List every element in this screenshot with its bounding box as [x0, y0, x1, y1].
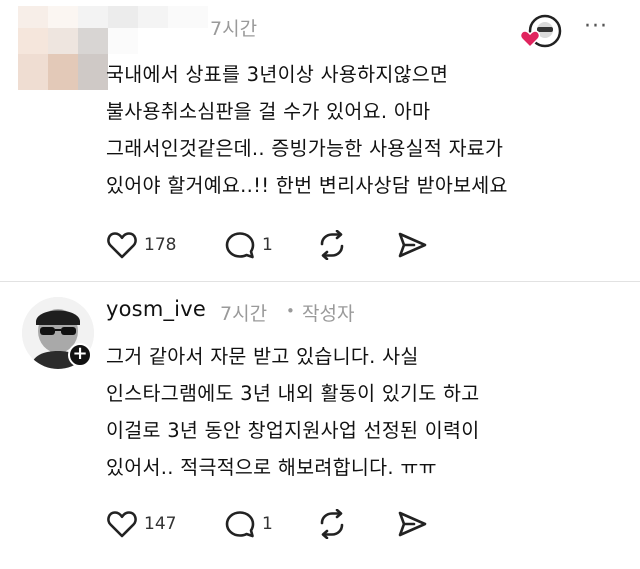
author-liked-badge[interactable] — [520, 14, 562, 48]
more-options-button[interactable]: ··· — [584, 14, 608, 39]
speech-bubble-icon — [225, 511, 255, 538]
repost-button[interactable] — [316, 230, 348, 260]
username[interactable]: yosm_ive — [106, 297, 206, 321]
comment-2: + yosm_ive 7시간 • 작성자 그거 같아서 자문 받고 있습니다. … — [0, 283, 640, 569]
meta-separator: • — [286, 302, 295, 320]
comment-line: 있어야 할거예요..!! 한번 변리사상담 받아보세요 — [106, 174, 508, 197]
share-button[interactable] — [396, 509, 428, 539]
repost-button[interactable] — [316, 509, 348, 539]
comment-time: 7시간 — [220, 303, 268, 325]
send-icon — [398, 232, 427, 258]
comment-line: 그거 같아서 자문 받고 있습니다. 사실 — [106, 345, 419, 368]
comment-line: 인스타그램에도 3년 내외 활동이 있기도 하고 — [106, 382, 480, 405]
reply-count: 1 — [262, 235, 273, 255]
reply-button[interactable]: 1 — [224, 230, 273, 260]
reply-count: 1 — [262, 514, 273, 534]
heart-outline-icon — [107, 511, 137, 538]
repost-icon — [320, 509, 344, 539]
like-button[interactable]: 147 — [106, 509, 176, 539]
comment-line: 있어서.. 적극적으로 해보려합니다. ㅠㅠ — [106, 456, 437, 479]
heart-outline-icon — [107, 232, 137, 259]
comment-divider — [0, 281, 640, 282]
repost-icon — [320, 230, 344, 260]
comment-body: 국내에서 상표를 3년이상 사용하지않으면 불사용취소심판을 걸 수가 있어요.… — [106, 56, 508, 204]
author-tag: 작성자 — [302, 303, 355, 325]
like-count: 178 — [144, 235, 177, 255]
comment-1: 7시간 ··· 국내에서 상표를 3년이상 사용하지않으면 불사용취소심판을 걸… — [0, 0, 640, 282]
like-count: 147 — [144, 514, 177, 534]
share-button[interactable] — [396, 230, 428, 260]
comment-line: 국내에서 상표를 3년이상 사용하지않으면 — [106, 63, 449, 86]
reply-button[interactable]: 1 — [224, 509, 273, 539]
comment-line: 불사용취소심판을 걸 수가 있어요. 아마 — [106, 100, 431, 123]
comment-time: 7시간 — [210, 18, 258, 40]
follow-button[interactable]: + — [68, 343, 92, 367]
send-icon — [398, 511, 427, 537]
comment-body: 그거 같아서 자문 받고 있습니다. 사실 인스타그램에도 3년 내외 활동이 … — [106, 338, 480, 486]
comment-line: 그래서인것같은데.. 증빙가능한 사용실적 자료가 — [106, 137, 504, 160]
comment-line: 이걸로 3년 동안 창업지원사업 선정된 이력이 — [106, 419, 480, 442]
speech-bubble-icon — [225, 232, 255, 259]
red-heart-icon — [520, 30, 540, 48]
like-button[interactable]: 178 — [106, 230, 176, 260]
